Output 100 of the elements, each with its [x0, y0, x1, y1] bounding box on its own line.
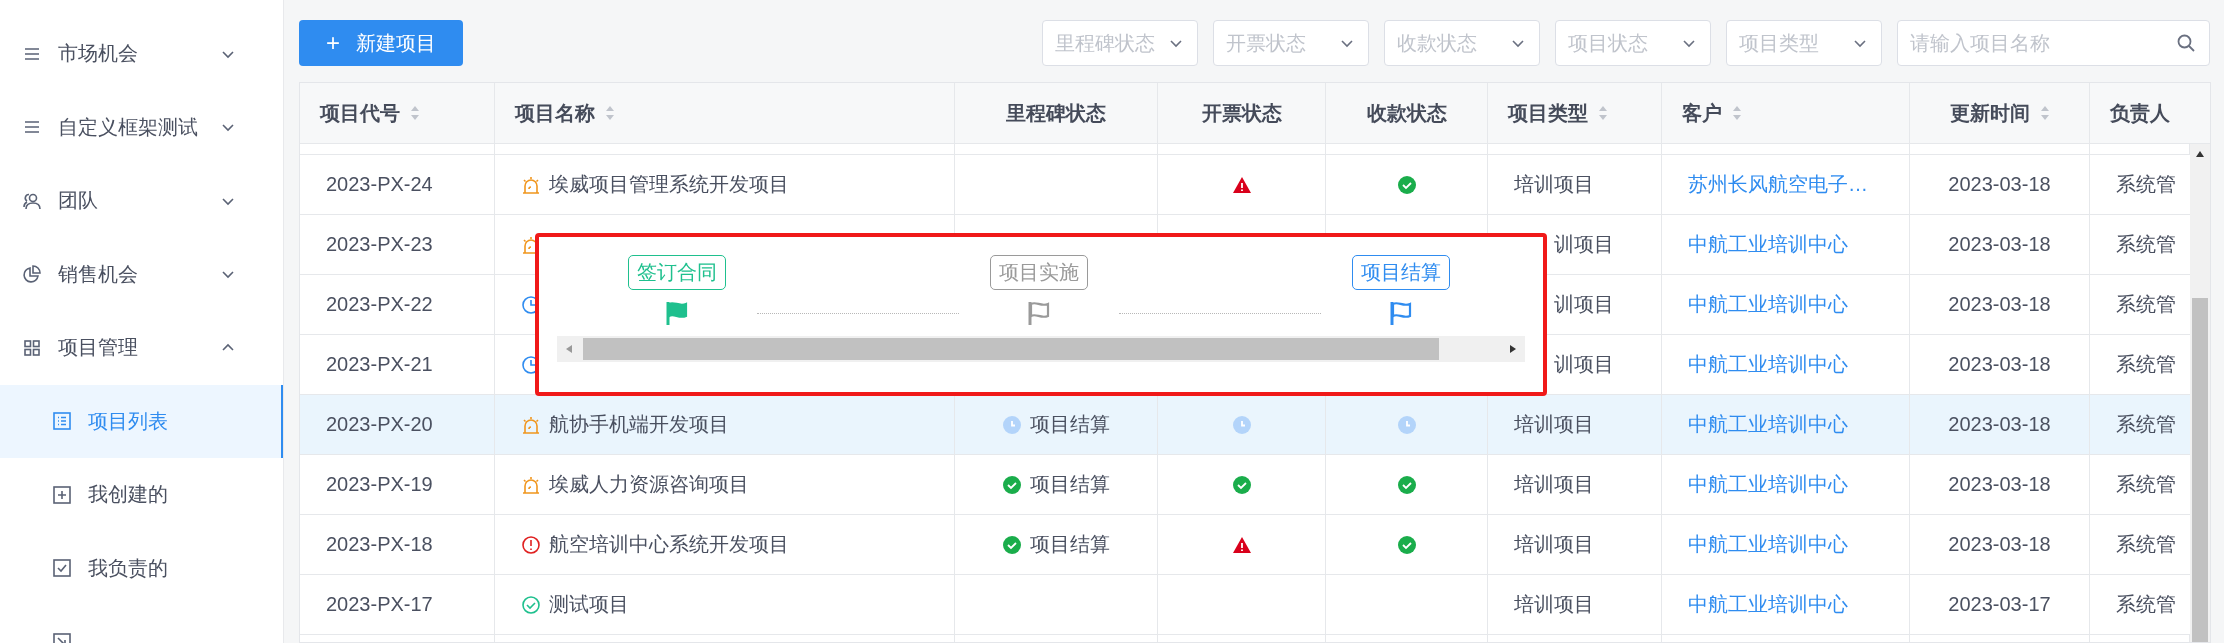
owner-name: 系统管 [2116, 232, 2176, 257]
filter-select[interactable]: 项目状态 [1555, 20, 1711, 66]
plus-box-icon [52, 484, 72, 505]
milestone-status: 项目结算 [1030, 532, 1110, 557]
owner-name: 系统管 [2116, 592, 2176, 617]
sort-icon[interactable] [410, 105, 420, 121]
sort-icon[interactable] [1732, 105, 1742, 121]
project-name[interactable]: 埃威人力资源咨询项目 [549, 471, 749, 498]
update-date: 2023-03-18 [1948, 233, 2051, 256]
alarm-icon [521, 174, 541, 195]
clock-icon [1002, 414, 1022, 435]
left-arrow-icon[interactable] [565, 344, 573, 354]
check-circle-icon [1002, 474, 1022, 495]
project-code: 2023-PX-21 [326, 353, 433, 376]
list-icon [52, 411, 72, 432]
customer-link[interactable]: 中航工业培训中心 [1688, 291, 1848, 318]
customer-link[interactable]: 中航工业培训中心 [1688, 471, 1848, 498]
sidebar-item-label[interactable]: 我创建的 [88, 481, 168, 509]
column-header: 负责人 [2110, 100, 2170, 126]
update-date: 2023-03-18 [1948, 413, 2051, 436]
project-type: 培训项目 [1514, 592, 1594, 617]
flag-icon [1027, 300, 1051, 326]
up-arrow-icon[interactable] [2195, 150, 2205, 158]
column-header: 项目名称 [515, 100, 595, 126]
update-date: 2023-03-18 [1948, 473, 2051, 496]
check-circle-icon [1002, 534, 1022, 555]
project-code: 2023-PX-23 [326, 233, 433, 256]
filter-select[interactable]: 里程碑状态 [1042, 20, 1198, 66]
search-icon[interactable] [2176, 33, 2196, 53]
sidebar-item-label[interactable]: 项目列表 [88, 407, 168, 435]
owner-name: 系统管 [2116, 352, 2176, 377]
column-header: 收款状态 [1366, 100, 1447, 126]
checkbox-icon [52, 558, 72, 579]
check-circle-icon [1396, 174, 1417, 195]
milestone-tag: 项目结算 [1352, 255, 1450, 290]
check-circle-icon [1396, 534, 1417, 555]
scrollbar[interactable] [557, 336, 1525, 362]
project-type: 训项目 [1554, 232, 1614, 257]
owner-name: 系统管 [2116, 412, 2176, 437]
sidebar-item-label[interactable]: 我负责的 [88, 554, 168, 582]
sidebar-item[interactable]: 团队 [0, 164, 283, 238]
column-header: 项目代号 [320, 100, 400, 126]
project-name[interactable]: 埃威项目管理系统开发项目 [549, 171, 789, 198]
pie-chart-icon [22, 264, 42, 285]
right-arrow-icon[interactable] [1509, 344, 1517, 354]
flag-icon [665, 300, 689, 326]
project-name[interactable]: 测试项目 [549, 591, 629, 618]
new-project-button[interactable]: + 新建项目 [299, 20, 463, 66]
column-header: 项目类型 [1508, 100, 1588, 126]
clock-icon [1396, 414, 1417, 435]
warning-icon [1231, 535, 1252, 554]
owner-name: 系统管 [2116, 172, 2176, 197]
scrollbar[interactable] [2190, 144, 2210, 642]
project-name[interactable]: 航空培训中心系统开发项目 [549, 531, 789, 558]
column-header: 开票状态 [1201, 100, 1282, 126]
customer-link[interactable]: 苏州长风航空电子… [1688, 171, 1868, 198]
check-circle-icon [1231, 474, 1252, 495]
customer-link[interactable]: 中航工业培训中心 [1688, 351, 1848, 378]
sidebar-item[interactable]: 项目管理 [0, 311, 283, 385]
sidebar-item[interactable]: 自定义框架测试 [0, 90, 283, 164]
update-date: 2023-03-18 [1948, 353, 2051, 376]
customer-link[interactable]: 中航工业培训中心 [1688, 531, 1848, 558]
filter-select[interactable]: 收款状态 [1384, 20, 1540, 66]
project-code: 2023-PX-24 [326, 173, 433, 196]
update-date: 2023-03-18 [1948, 173, 2051, 196]
milestone-tag: 签订合同 [628, 255, 726, 290]
project-type: 训项目 [1554, 292, 1614, 317]
column-header: 客户 [1682, 100, 1722, 126]
project-code: 2023-PX-19 [326, 473, 433, 496]
project-type: 培训项目 [1514, 412, 1594, 437]
sidebar-item[interactable]: 市场机会 [0, 17, 283, 91]
search-field[interactable]: 请输入项目名称 [1897, 20, 2210, 66]
check-circle-icon [521, 594, 541, 615]
project-type: 训项目 [1554, 352, 1614, 377]
project-code: 2023-PX-22 [326, 293, 433, 316]
sort-icon[interactable] [1598, 105, 1608, 121]
update-date: 2023-03-17 [1948, 593, 2051, 616]
owner-name: 系统管 [2116, 292, 2176, 317]
milestone-status: 项目结算 [1030, 472, 1110, 497]
customer-link[interactable]: 中航工业培训中心 [1688, 231, 1848, 258]
flag-icon [1389, 300, 1413, 326]
update-date: 2023-03-18 [1948, 293, 2051, 316]
alarm-icon [521, 414, 541, 435]
column-header: 更新时间 [1949, 100, 2030, 126]
project-name[interactable]: 航协手机端开发项目 [549, 411, 729, 438]
column-header: 里程碑状态 [1006, 100, 1106, 126]
sidebar-item[interactable]: 销售机会 [0, 237, 283, 311]
filter-select[interactable]: 开票状态 [1213, 20, 1369, 66]
sort-icon[interactable] [2039, 105, 2050, 121]
filter-select[interactable]: 项目类型 [1726, 20, 1882, 66]
alarm-icon [521, 474, 541, 495]
sort-icon[interactable] [605, 105, 615, 121]
customer-link[interactable]: 中航工业培训中心 [1688, 591, 1848, 618]
customer-link[interactable]: 中航工业培训中心 [1688, 411, 1848, 438]
warning-icon [1231, 175, 1252, 194]
grid-icon [22, 337, 42, 358]
milestone-status: 项目结算 [1030, 412, 1110, 437]
clock-icon [1231, 414, 1252, 435]
project-type: 培训项目 [1514, 172, 1594, 197]
project-code: 2023-PX-17 [326, 593, 433, 616]
